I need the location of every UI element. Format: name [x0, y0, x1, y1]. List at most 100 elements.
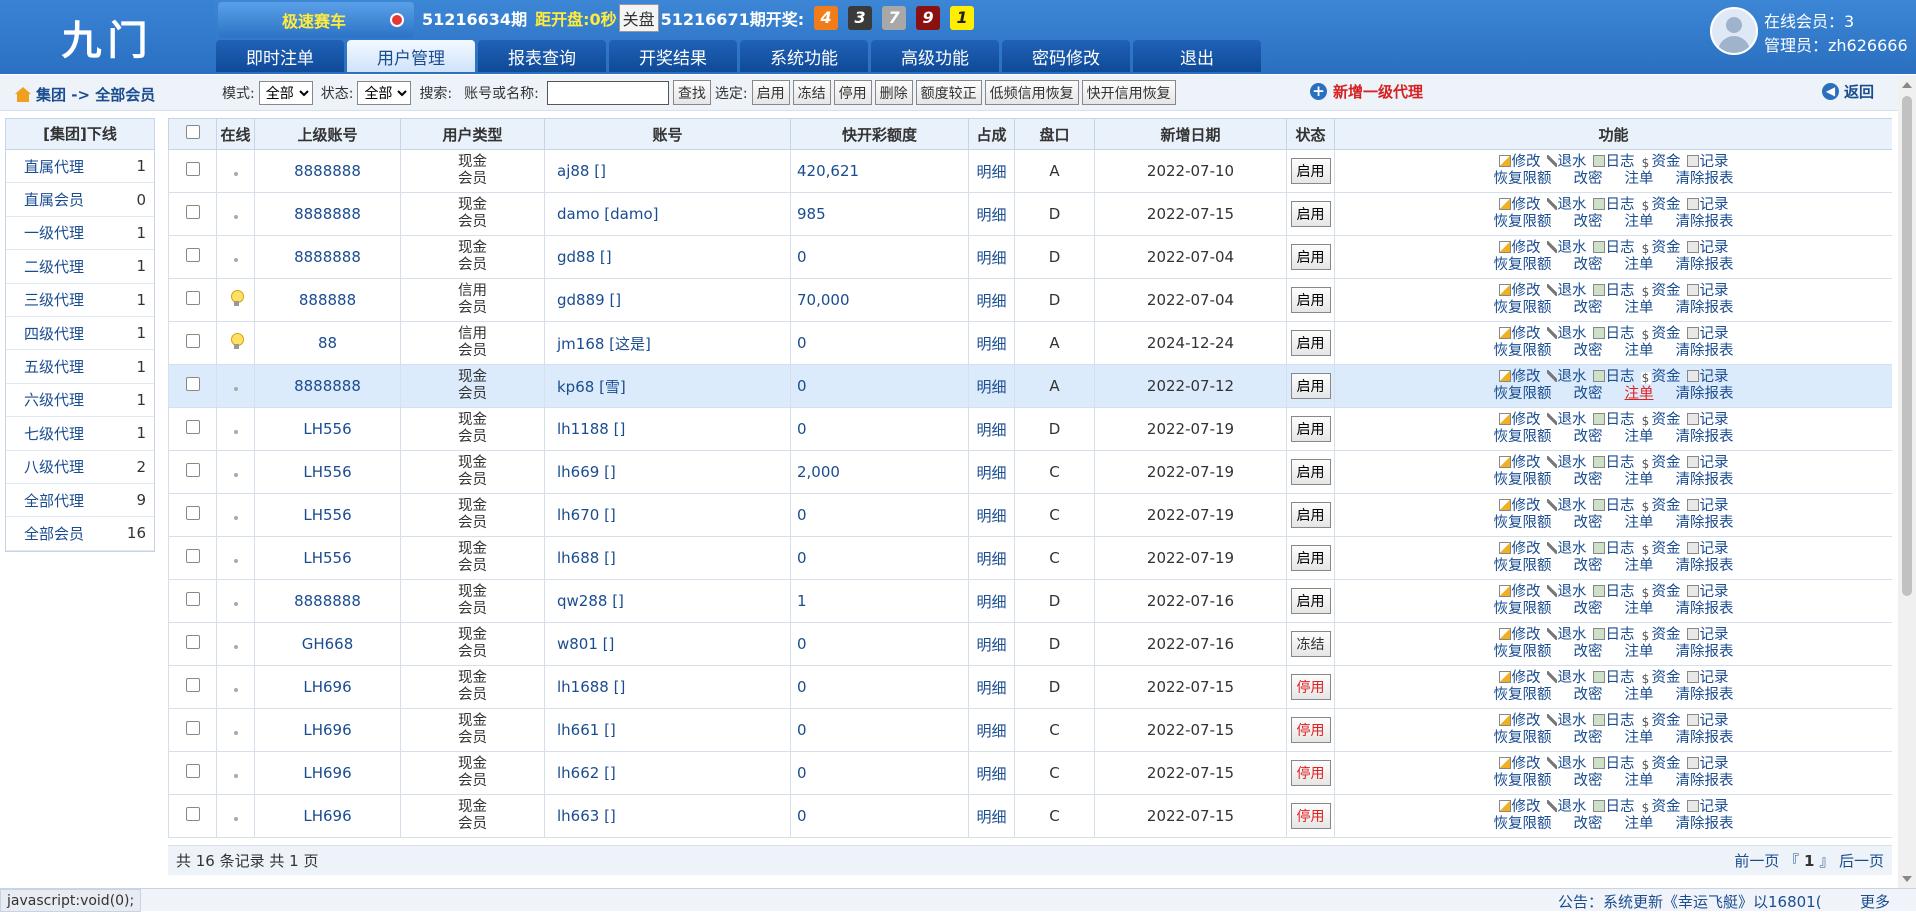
quota-value[interactable]: 70,000	[790, 278, 969, 322]
account-link[interactable]: lh1688 []	[544, 665, 791, 709]
mode-select[interactable]: 全部	[258, 80, 313, 105]
row-checkbox[interactable]	[185, 721, 200, 735]
function-link[interactable]: 注单	[1625, 644, 1654, 661]
function-link[interactable]: 退水	[1546, 670, 1587, 687]
status-button[interactable]: 停用	[1290, 803, 1331, 829]
row-checkbox[interactable]	[185, 463, 200, 477]
parent-account[interactable]: LH696	[254, 708, 401, 752]
function-link[interactable]: 注单	[1625, 472, 1654, 489]
function-link[interactable]: $ 资金	[1640, 154, 1681, 171]
nav-tab[interactable]: 退出	[1133, 40, 1261, 72]
function-link[interactable]: 清除报表	[1676, 429, 1734, 446]
sidebar-item[interactable]: 直属代理 1	[6, 150, 154, 184]
function-link[interactable]: 清除报表	[1676, 171, 1734, 188]
batch-action-button[interactable]: 删除	[874, 80, 913, 105]
function-link[interactable]: 退水	[1546, 541, 1587, 558]
function-link[interactable]: 记录	[1686, 541, 1729, 558]
function-link[interactable]: 清除报表	[1676, 300, 1734, 317]
function-link[interactable]: 恢复限额	[1494, 644, 1552, 661]
function-link[interactable]: 恢复限额	[1494, 687, 1552, 704]
nav-tab[interactable]: 报表查询	[478, 40, 606, 72]
function-link[interactable]: 修改	[1498, 541, 1541, 558]
nav-tab[interactable]: 用户管理	[347, 40, 475, 72]
function-link[interactable]: 记录	[1686, 670, 1729, 687]
detail-link[interactable]: 明细	[968, 622, 1015, 666]
parent-account[interactable]: LH556	[254, 536, 401, 580]
account-link[interactable]: kp68 [雪]	[544, 364, 791, 408]
function-link[interactable]: 恢复限额	[1494, 429, 1552, 446]
function-link[interactable]: 记录	[1686, 369, 1729, 386]
status-select[interactable]: 全部	[357, 80, 412, 105]
function-link[interactable]: $ 资金	[1640, 713, 1681, 730]
scroll-down-icon[interactable]	[1902, 876, 1912, 882]
function-link[interactable]: 注单	[1625, 773, 1654, 790]
function-link[interactable]: 恢复限额	[1494, 515, 1552, 532]
function-link[interactable]: 恢复限额	[1494, 171, 1552, 188]
function-link[interactable]: 清除报表	[1676, 515, 1734, 532]
account-link[interactable]: gd88 []	[544, 235, 791, 279]
function-link[interactable]: 退水	[1546, 283, 1587, 300]
function-link[interactable]: 注单	[1625, 257, 1654, 274]
function-link[interactable]: 修改	[1498, 627, 1541, 644]
scrollbar[interactable]	[1898, 76, 1916, 888]
function-link[interactable]: 记录	[1686, 627, 1729, 644]
status-button[interactable]: 启用	[1290, 201, 1331, 227]
function-link[interactable]: 记录	[1686, 498, 1729, 515]
sidebar-item[interactable]: 七级代理 1	[6, 417, 154, 451]
function-link[interactable]: 修改	[1498, 799, 1541, 816]
detail-link[interactable]: 明细	[968, 235, 1015, 279]
function-link[interactable]: 日志	[1592, 670, 1635, 687]
parent-account[interactable]: LH696	[254, 751, 401, 795]
function-link[interactable]: 日志	[1592, 283, 1635, 300]
account-link[interactable]: jm168 [这是]	[544, 321, 791, 365]
account-link[interactable]: lh669 []	[544, 450, 791, 494]
function-link[interactable]: 注单	[1625, 687, 1654, 704]
parent-account[interactable]: 8888888	[254, 364, 401, 408]
function-link[interactable]: 修改	[1498, 240, 1541, 257]
function-link[interactable]: 日志	[1592, 455, 1635, 472]
account-link[interactable]: lh663 []	[544, 794, 791, 838]
sidebar-item[interactable]: 全部代理 9	[6, 484, 154, 518]
sidebar-item[interactable]: 六级代理 1	[6, 384, 154, 418]
parent-account[interactable]: 8888888	[254, 235, 401, 279]
sidebar-item[interactable]: 五级代理 1	[6, 350, 154, 384]
row-checkbox[interactable]	[185, 248, 200, 262]
function-link[interactable]: 注单	[1625, 300, 1654, 317]
function-link[interactable]: 恢复限额	[1494, 343, 1552, 360]
function-link[interactable]: 改密	[1574, 515, 1603, 532]
breadcrumb-text[interactable]: 集团 -> 全部会员	[36, 84, 155, 105]
function-link[interactable]: 记录	[1686, 756, 1729, 773]
scroll-up-icon[interactable]	[1902, 82, 1912, 88]
function-link[interactable]: 日志	[1592, 713, 1635, 730]
account-link[interactable]: lh688 []	[544, 536, 791, 580]
quota-value[interactable]: 0	[790, 708, 969, 752]
account-link[interactable]: qw288 []	[544, 579, 791, 623]
function-link[interactable]: 改密	[1574, 257, 1603, 274]
function-link[interactable]: $ 资金	[1640, 799, 1681, 816]
function-link[interactable]: 修改	[1498, 455, 1541, 472]
function-link[interactable]: 记录	[1686, 283, 1729, 300]
function-link[interactable]: 日志	[1592, 584, 1635, 601]
parent-account[interactable]: LH556	[254, 407, 401, 451]
game-selector[interactable]: 极速赛车	[218, 2, 414, 38]
function-link[interactable]: 注单	[1625, 515, 1654, 532]
function-link[interactable]: $ 资金	[1640, 240, 1681, 257]
quota-value[interactable]: 2,000	[790, 450, 969, 494]
status-button[interactable]: 启用	[1290, 330, 1331, 356]
function-link[interactable]: 注单	[1625, 730, 1654, 747]
function-link[interactable]: 退水	[1546, 713, 1587, 730]
function-link[interactable]: 退水	[1546, 154, 1587, 171]
function-link[interactable]: 退水	[1546, 197, 1587, 214]
function-link[interactable]: $ 资金	[1640, 756, 1681, 773]
more-link[interactable]: 更多	[1860, 891, 1890, 912]
function-link[interactable]: 修改	[1498, 756, 1541, 773]
function-link[interactable]: 日志	[1592, 412, 1635, 429]
function-link[interactable]: 改密	[1574, 687, 1603, 704]
status-button[interactable]: 启用	[1290, 416, 1331, 442]
quota-value[interactable]: 0	[790, 665, 969, 709]
function-link[interactable]: 退水	[1546, 498, 1587, 515]
detail-link[interactable]: 明细	[968, 751, 1015, 795]
function-link[interactable]: 清除报表	[1676, 343, 1734, 360]
function-link[interactable]: 注单	[1625, 386, 1654, 403]
quota-value[interactable]: 985	[790, 192, 969, 236]
